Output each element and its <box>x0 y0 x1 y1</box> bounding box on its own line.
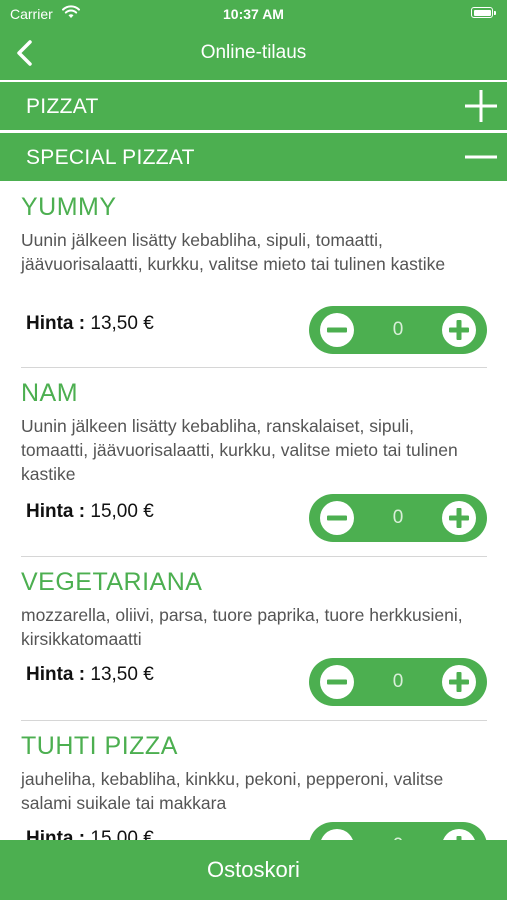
increase-quantity-icon[interactable] <box>441 828 477 840</box>
price-label: Hinta : <box>26 313 86 334</box>
product-price: Hinta : 15,00 € <box>26 501 154 523</box>
price-label: Hinta : <box>26 501 86 522</box>
page-title: Online-tilaus <box>200 42 307 63</box>
product-name: YUMMY <box>21 193 117 221</box>
increase-quantity-icon[interactable] <box>441 664 477 700</box>
product-price: Hinta : 13,50 € <box>26 664 154 686</box>
price-value: 13,50 € <box>90 664 154 685</box>
quantity-stepper: 0 <box>309 494 487 542</box>
product-item: NAM Uunin jälkeen lisätty kebabliha, ran… <box>0 368 507 557</box>
product-description: Uunin jälkeen lisätty kebabliha, ranskal… <box>21 416 458 484</box>
section-header-pizzat[interactable]: PIZZAT <box>0 82 507 130</box>
price-label: Hinta : <box>26 664 86 685</box>
quantity-stepper: 0 <box>309 658 487 706</box>
product-name: NAM <box>21 379 79 407</box>
product-description: mozzarella, oliivi, parsa, tuore paprika… <box>21 605 463 649</box>
product-list[interactable]: YUMMY Uunin jälkeen lisätty kebabliha, s… <box>0 182 507 840</box>
product-price: Hinta : 15,00 € <box>26 828 154 840</box>
increase-quantity-icon[interactable] <box>441 500 477 536</box>
section-header-special-pizzat[interactable]: SPECIAL PIZZAT <box>0 133 507 181</box>
product-item: VEGETARIANA mozzarella, oliivi, parsa, t… <box>0 557 507 721</box>
increase-quantity-icon[interactable] <box>441 312 477 348</box>
price-label: Hinta : <box>26 828 86 840</box>
section-label: PIZZAT <box>26 95 99 118</box>
quantity-stepper: 0 <box>309 822 487 840</box>
product-description: Uunin jälkeen lisätty kebabliha, sipuli,… <box>21 230 446 274</box>
quantity-stepper: 0 <box>309 306 487 354</box>
price-value: 15,00 € <box>90 828 154 840</box>
clock-time: 10:37 AM <box>223 6 284 22</box>
section-label: SPECIAL PIZZAT <box>26 146 195 169</box>
battery-icon <box>471 7 496 18</box>
product-name: VEGETARIANA <box>21 568 203 596</box>
price-value: 15,00 € <box>90 501 154 522</box>
price-value: 13,50 € <box>90 313 154 334</box>
product-price: Hinta : 13,50 € <box>26 313 154 335</box>
product-item: TUHTI PIZZA jauheliha, kebabliha, kinkku… <box>0 721 507 840</box>
minus-icon[interactable] <box>465 141 497 173</box>
plus-icon[interactable] <box>465 90 497 122</box>
product-description: jauheliha, kebabliha, kinkku, pekoni, pe… <box>21 769 444 813</box>
product-item: YUMMY Uunin jälkeen lisätty kebabliha, s… <box>0 182 507 368</box>
navigation-bar: Carrier 10:37 AM Online-tilaus <box>0 0 507 80</box>
status-bar: Carrier 10:37 AM <box>0 0 507 28</box>
product-name: TUHTI PIZZA <box>21 732 178 760</box>
cart-button[interactable]: Ostoskori <box>0 840 507 900</box>
